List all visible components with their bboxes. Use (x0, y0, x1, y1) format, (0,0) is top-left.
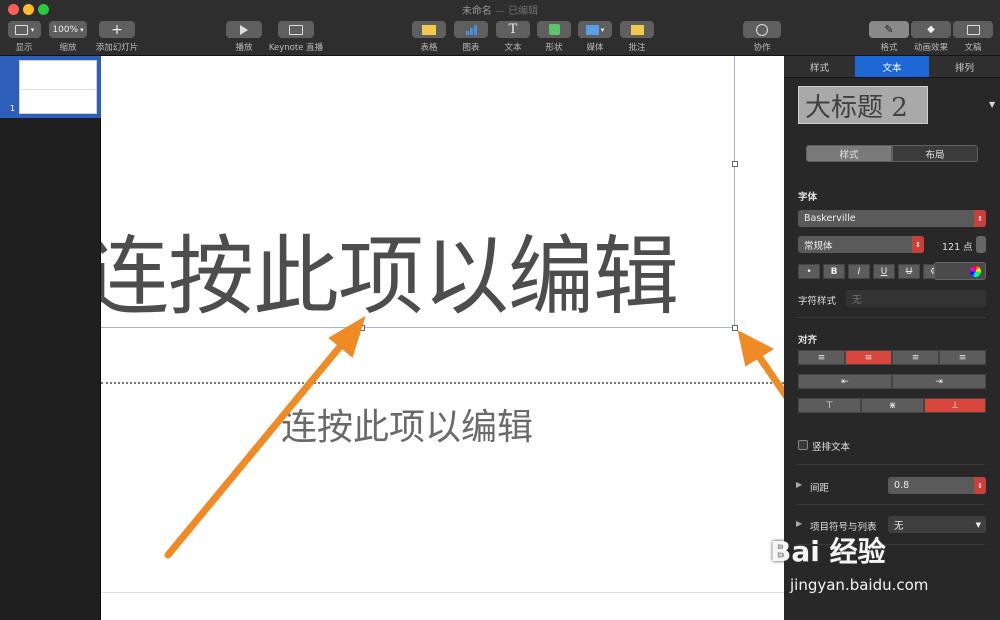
bullets-value: 无 (894, 520, 904, 532)
subtab-layout[interactable]: 布局 (892, 145, 978, 162)
arrow-line (164, 339, 347, 559)
char-style-label: 字符样式 (798, 296, 837, 307)
color-wheel-icon (970, 266, 981, 277)
underline-button[interactable]: U (873, 264, 895, 279)
align-center-button[interactable]: ≡ (845, 350, 892, 365)
strikethrough-button[interactable]: U (898, 264, 920, 279)
align-left-button[interactable]: ≡ (798, 350, 845, 365)
divider (796, 464, 986, 465)
font-name-value: Baskerville (804, 213, 856, 224)
arrow-head (737, 330, 775, 367)
vertical-text-checkbox[interactable] (798, 440, 808, 450)
tab-style[interactable]: 样式 (784, 56, 855, 78)
baidu-watermark-url: jingyan.baidu.com (790, 576, 929, 594)
spacing-stepper[interactable]: 0.8 ⇕ (888, 477, 986, 494)
bullet-button[interactable]: • (798, 264, 820, 279)
bullets-select[interactable]: 无 ▼ (888, 516, 986, 533)
tab-arrange[interactable]: 排列 (929, 56, 1000, 78)
font-name-select[interactable]: Baskerville ⇕ (798, 210, 986, 227)
font-section-label: 字体 (798, 192, 818, 203)
disclosure-triangle-icon[interactable]: ▶ (796, 519, 802, 528)
bold-button[interactable]: B (823, 264, 845, 279)
text-color-well[interactable] (934, 262, 986, 280)
divider (796, 504, 986, 505)
align-right-button[interactable]: ≡ (892, 350, 939, 365)
align-justify-button[interactable]: ≡ (939, 350, 986, 365)
spacing-label: 间距 (810, 483, 830, 494)
char-style-select[interactable]: 无 (846, 290, 986, 307)
align-bottom-button[interactable]: ⊥ (924, 398, 986, 413)
chevron-down-icon[interactable]: ▼ (989, 100, 995, 109)
increase-indent-button[interactable]: ⇥ (892, 374, 986, 389)
tab-text[interactable]: 文本 (855, 56, 929, 78)
chevron-updown-icon: ⇕ (912, 236, 924, 253)
italic-button[interactable]: I (848, 264, 870, 279)
font-style-select[interactable]: 常规体 ⇕ (798, 236, 924, 253)
chevron-updown-icon: ⇕ (974, 210, 986, 227)
baidu-watermark-logo: Bai 经验 (770, 535, 886, 568)
char-style-value: 无 (852, 294, 862, 306)
font-size-stepper[interactable] (976, 236, 986, 253)
divider (796, 317, 986, 318)
align-top-button[interactable]: ⊤ (798, 398, 861, 413)
subtab-style[interactable]: 样式 (806, 145, 892, 162)
font-style-value: 常规体 (804, 240, 833, 252)
paragraph-style-preview[interactable]: 大标题 2 (798, 86, 928, 124)
chevron-updown-icon: ⇕ (974, 477, 986, 494)
align-section-label: 对齐 (798, 335, 818, 346)
font-size-value[interactable]: 121 点 (942, 239, 973, 253)
chevron-down-icon: ▼ (975, 520, 981, 529)
decrease-indent-button[interactable]: ⇤ (798, 374, 892, 389)
disclosure-triangle-icon[interactable]: ▶ (796, 480, 802, 489)
spacing-value: 0.8 (894, 480, 910, 491)
align-middle-button[interactable]: ⋇ (861, 398, 924, 413)
vertical-text-label: 竖排文本 (812, 442, 851, 453)
